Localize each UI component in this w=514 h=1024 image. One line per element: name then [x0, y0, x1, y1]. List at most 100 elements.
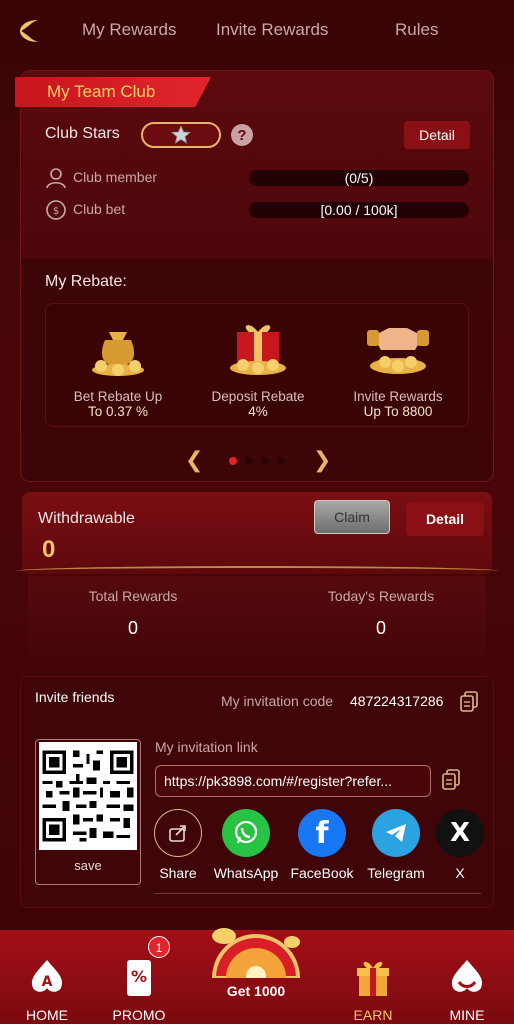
rebate-item-deposit-line2: 4%: [248, 404, 268, 419]
svg-text:$: $: [53, 206, 59, 217]
total-rewards: Total Rewards 0: [28, 588, 238, 639]
share-row: Share WhatsApp f FaceBook Telegram X X: [151, 809, 491, 889]
nav-mine[interactable]: MINE: [422, 956, 512, 1023]
today-rewards-label: Today's Rewards: [327, 588, 435, 604]
bet-icon: $: [46, 200, 66, 220]
carousel-pager: ❮ ❯: [185, 449, 335, 471]
top-tab-bar: My Rewards Invite Rewards Rules: [0, 0, 514, 62]
nav-promo-label: PROMO: [112, 1007, 166, 1023]
rebate-item-deposit[interactable]: Deposit Rebate 4%: [188, 310, 328, 419]
home-icon: A: [31, 960, 63, 992]
rewards-summary: Total Rewards 0 Today's Rewards 0: [28, 576, 486, 662]
help-icon[interactable]: ?: [231, 124, 253, 146]
rebate-section: My Rebate: Bet Rebate Up To 0.37 % Depos…: [21, 259, 493, 481]
mine-icon: [451, 960, 483, 992]
share-item-telegram[interactable]: Telegram: [359, 809, 433, 881]
svg-text:A: A: [42, 974, 53, 990]
team-club-card: My Team Club Club Stars ? Detail Club me…: [15, 70, 494, 482]
gift-icon: [357, 961, 389, 996]
rebate-item-bet[interactable]: Bet Rebate Up To 0.37 %: [48, 310, 188, 419]
total-rewards-label: Total Rewards: [88, 588, 178, 604]
total-rewards-value: 0: [127, 618, 138, 638]
gold-divider: [16, 566, 498, 576]
club-bet-label: Club bet: [73, 201, 126, 217]
x-label: X: [455, 865, 465, 881]
promo-badge: 1: [148, 936, 170, 958]
nav-home[interactable]: A HOME: [2, 956, 92, 1023]
nav-earn[interactable]: EARN: [328, 956, 418, 1023]
invite-friends-card: Invite friends My invitation code 487224…: [20, 676, 494, 908]
withdrawable-card: Withdrawable 0 Claim Detail: [22, 492, 492, 574]
star-icon: [171, 125, 191, 144]
pager-dot[interactable]: [229, 457, 237, 465]
tab-rules[interactable]: Rules: [395, 20, 438, 40]
nav-mine-label: MINE: [449, 1007, 485, 1023]
nav-promo[interactable]: % PROMO: [94, 956, 184, 1023]
withdrawable-label: Withdrawable: [38, 510, 135, 527]
svg-text:%: %: [131, 967, 147, 986]
qr-code-icon: [39, 742, 137, 850]
withdrawable-amount: 0: [42, 536, 56, 563]
claim-button[interactable]: Claim: [314, 500, 390, 534]
club-bet-row: $ Club bet [0.00 / 100k]: [45, 199, 475, 223]
team-club-tag: My Team Club: [15, 77, 211, 107]
get-1000-button[interactable]: Get 1000: [206, 983, 306, 999]
chevron-left-icon[interactable]: ❮: [185, 449, 203, 471]
nav-home-label: HOME: [26, 1007, 68, 1023]
lucky-wheel-icon[interactable]: [206, 918, 306, 978]
club-member-progress: (0/5): [249, 170, 469, 186]
invite-friends-title: Invite friends: [35, 689, 115, 705]
tab-invite-rewards[interactable]: Invite Rewards: [216, 20, 328, 40]
copy-link-icon[interactable]: [441, 769, 461, 791]
club-bet-progress: [0.00 / 100k]: [249, 202, 469, 218]
invitation-code-label: My invitation code: [221, 693, 334, 709]
rebate-item-invite[interactable]: Invite Rewards Up To 8800: [328, 310, 468, 419]
share-item-whatsapp[interactable]: WhatsApp: [209, 809, 283, 881]
back-icon[interactable]: [14, 15, 48, 47]
x-icon: X: [436, 809, 484, 857]
invitation-code-value: 487224317286: [350, 693, 444, 709]
rebate-item-bet-line1: Bet Rebate Up: [73, 389, 163, 404]
pager-dot[interactable]: [261, 457, 269, 465]
rebate-carousel[interactable]: Bet Rebate Up To 0.37 % Deposit Rebate 4…: [45, 303, 469, 427]
promo-ticket-icon: %: [127, 960, 151, 996]
share-item-facebook[interactable]: f FaceBook: [285, 809, 359, 881]
facebook-icon: f: [298, 809, 346, 857]
share-item-x[interactable]: X X: [433, 809, 487, 881]
club-detail-button[interactable]: Detail: [404, 121, 470, 149]
telegram-icon: [372, 809, 420, 857]
qr-save-button[interactable]: save: [36, 858, 140, 873]
today-rewards: Today's Rewards 0: [276, 588, 486, 639]
copy-code-icon[interactable]: [459, 691, 479, 713]
club-stars-badge: [141, 122, 221, 148]
rebate-item-invite-line1: Invite Rewards: [353, 389, 443, 404]
invitation-link-field[interactable]: https://pk3898.com/#/register?refer...: [155, 765, 431, 797]
share-divider: [155, 893, 481, 894]
facebook-label: FaceBook: [290, 865, 354, 881]
rebate-item-invite-line2: Up To 8800: [363, 404, 433, 419]
club-stars-label: Club Stars: [45, 125, 120, 142]
pager-dot[interactable]: [245, 457, 253, 465]
share-item-share[interactable]: Share: [141, 809, 215, 881]
whatsapp-label: WhatsApp: [213, 865, 279, 881]
telegram-label: Telegram: [367, 865, 425, 881]
withdraw-detail-button[interactable]: Detail: [406, 502, 484, 536]
pager-dot[interactable]: [277, 457, 285, 465]
share-icon: [154, 809, 202, 857]
today-rewards-value: 0: [375, 618, 386, 638]
nav-earn-label: EARN: [353, 1007, 393, 1023]
coin-bag-icon: [92, 332, 144, 376]
rebate-item-deposit-line1: Deposit Rebate: [211, 389, 305, 404]
qr-code-box[interactable]: save: [35, 739, 141, 885]
member-icon: [46, 168, 66, 189]
handshake-coins-icon: [367, 328, 429, 374]
invitation-link-label: My invitation link: [155, 739, 258, 755]
rebate-item-bet-line2: To 0.37 %: [87, 404, 149, 419]
whatsapp-icon: [222, 809, 270, 857]
chevron-right-icon[interactable]: ❯: [313, 449, 331, 471]
tab-my-rewards[interactable]: My Rewards: [82, 20, 176, 40]
club-member-label: Club member: [73, 169, 158, 185]
club-member-row: Club member (0/5): [45, 167, 475, 191]
share-label: Share: [159, 865, 197, 881]
gift-box-icon: [230, 325, 286, 375]
